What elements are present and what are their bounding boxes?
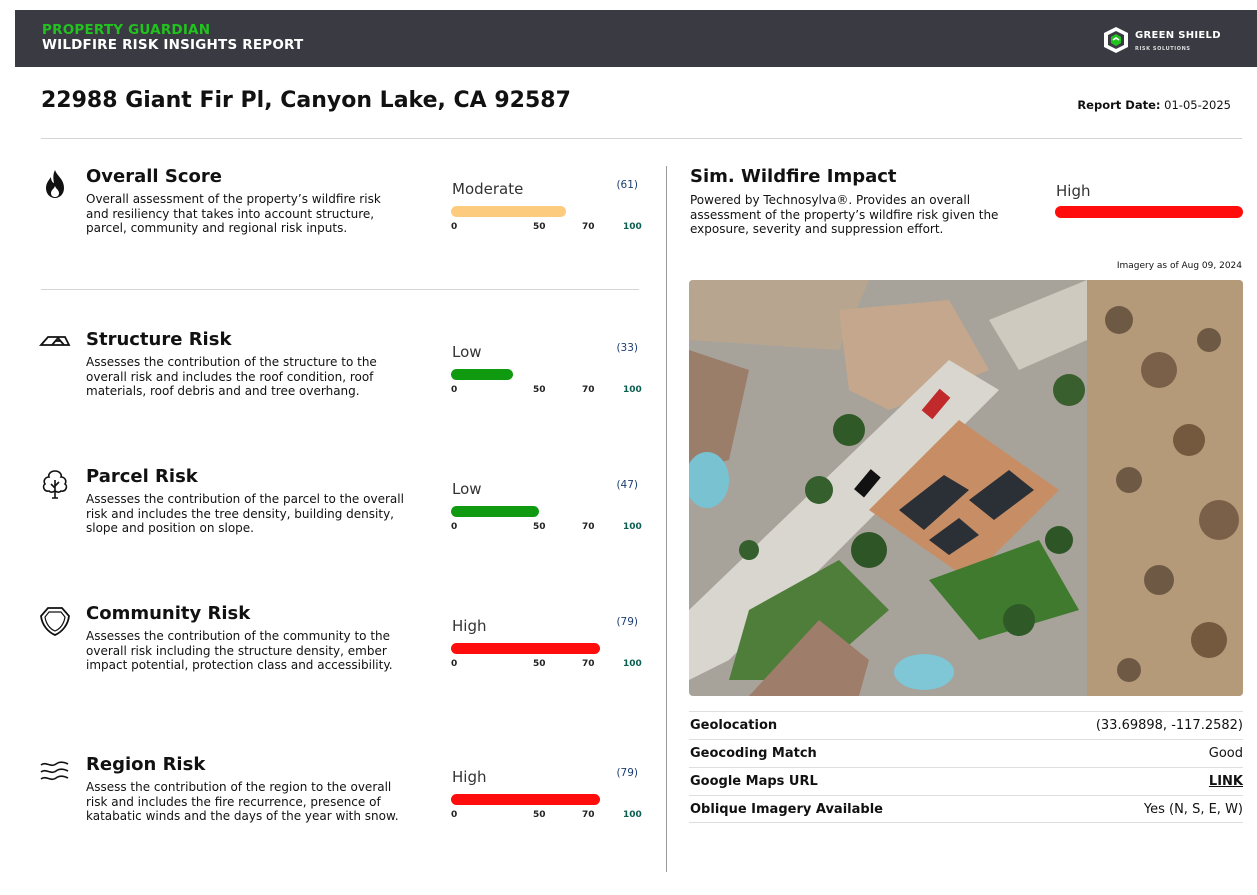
imagery-date: Imagery as of Aug 09, 2024 <box>1116 261 1242 271</box>
report-date: Report Date: 01-05-2025 <box>1077 98 1231 112</box>
risk-description: Assesses the contribution of the parcel … <box>86 492 404 535</box>
tick-label: 100 <box>623 222 642 232</box>
score-bar <box>451 506 639 517</box>
risk-score: (79) <box>616 767 638 779</box>
info-value: Good <box>1208 746 1243 761</box>
region-risk-section: Region Risk Assess the contribution of t… <box>0 754 660 864</box>
info-key: Geolocation <box>690 718 778 733</box>
shield-icon <box>40 607 70 636</box>
product-name: PROPERTY GUARDIAN <box>42 22 211 38</box>
info-key: Oblique Imagery Available <box>690 802 883 817</box>
sim-wildfire-title: Sim. Wildfire Impact <box>690 166 897 187</box>
house-roof-icon <box>39 336 71 346</box>
score-bar-fill <box>451 206 566 217</box>
tick-label: 0 <box>451 659 458 669</box>
sim-wildfire-level: High <box>1056 182 1091 200</box>
info-value: (33.69898, -117.2582) <box>1095 718 1243 733</box>
scale-ticks: 0 50 70 100 <box>451 810 642 822</box>
risk-description: Overall assessment of the property’s wil… <box>86 192 381 235</box>
tick-label: 70 <box>582 810 595 820</box>
risk-description: Assesses the contribution of the structu… <box>86 355 377 398</box>
risk-score: (61) <box>616 179 638 191</box>
score-bar <box>451 794 639 805</box>
info-key: Google Maps URL <box>690 774 818 789</box>
property-address: 22988 Giant Fir Pl, Canyon Lake, CA 9258… <box>41 88 571 113</box>
tick-label: 100 <box>623 385 642 395</box>
community-risk-section: Community Risk Assesses the contribution… <box>0 603 660 713</box>
tick-label: 50 <box>533 385 546 395</box>
risk-description: Assess the contribution of the region to… <box>86 780 399 823</box>
google-maps-link[interactable]: LINK <box>1209 774 1243 789</box>
tick-label: 70 <box>582 659 595 669</box>
tick-label: 0 <box>451 810 458 820</box>
aerial-property-image <box>689 280 1243 696</box>
report-date-label: Report Date: <box>1077 98 1161 112</box>
risk-title: Region Risk <box>86 754 206 775</box>
tick-label: 0 <box>451 385 458 395</box>
scale-ticks: 0 50 70 100 <box>451 385 642 397</box>
risk-level: Low <box>452 343 482 361</box>
sim-wildfire-description: Powered by Technosylva®. Provides an ove… <box>690 193 999 236</box>
company-logo: GREEN SHIELD RISK SOLUTIONS <box>1102 24 1237 56</box>
parcel-risk-section: Parcel Risk Assesses the contribution of… <box>0 466 660 576</box>
report-date-value: 01-05-2025 <box>1164 98 1231 112</box>
risk-level: Moderate <box>452 180 524 198</box>
risk-title: Parcel Risk <box>86 466 198 487</box>
logo-subtitle: RISK SOLUTIONS <box>1135 46 1191 52</box>
tick-label: 100 <box>623 522 642 532</box>
scale-ticks: 0 50 70 100 <box>451 522 642 534</box>
divider <box>41 289 639 290</box>
overall-score-section: Overall Score Overall assessment of the … <box>0 166 660 276</box>
shield-logo-icon <box>1104 27 1128 53</box>
score-bar-fill <box>451 794 600 805</box>
flame-icon <box>46 170 64 198</box>
risk-score: (47) <box>616 479 638 491</box>
tick-label: 100 <box>623 659 642 669</box>
risk-title: Overall Score <box>86 166 222 187</box>
info-row-geolocation: Geolocation (33.69898, -117.2582) <box>689 711 1243 739</box>
tick-label: 0 <box>451 222 458 232</box>
score-bar <box>451 643 639 654</box>
risk-level: Low <box>452 480 482 498</box>
score-bar-fill <box>451 369 514 380</box>
tree-icon <box>42 470 68 499</box>
scale-ticks: 0 50 70 100 <box>451 222 642 234</box>
risk-level: High <box>452 617 487 635</box>
info-value: Yes (N, S, E, W) <box>1143 802 1243 817</box>
column-divider <box>666 166 667 872</box>
report-title: WILDFIRE RISK INSIGHTS REPORT <box>42 37 304 53</box>
info-row-google-maps-url: Google Maps URL LINK <box>689 767 1243 795</box>
score-bar <box>451 206 639 217</box>
tick-label: 0 <box>451 522 458 532</box>
score-bar-fill <box>451 643 600 654</box>
wind-icon <box>40 761 69 781</box>
tick-label: 50 <box>533 222 546 232</box>
tick-label: 50 <box>533 659 546 669</box>
risk-score: (79) <box>616 616 638 628</box>
tick-label: 70 <box>582 385 595 395</box>
risk-score: (33) <box>616 342 638 354</box>
risk-level: High <box>452 768 487 786</box>
sim-wildfire-bar <box>1055 206 1243 218</box>
divider <box>41 138 1242 139</box>
scale-ticks: 0 50 70 100 <box>451 659 642 671</box>
info-key: Geocoding Match <box>690 746 817 761</box>
info-row-geocoding-match: Geocoding Match Good <box>689 739 1243 767</box>
tick-label: 50 <box>533 810 546 820</box>
tick-label: 100 <box>623 810 642 820</box>
tick-label: 50 <box>533 522 546 532</box>
risk-description: Assesses the contribution of the communi… <box>86 629 393 672</box>
logo-name: GREEN SHIELD <box>1135 30 1221 41</box>
risk-title: Structure Risk <box>86 329 232 350</box>
property-info-table: Geolocation (33.69898, -117.2582) Geocod… <box>689 711 1243 823</box>
score-bar <box>451 369 639 380</box>
risk-title: Community Risk <box>86 603 251 624</box>
score-bar-fill <box>451 506 540 517</box>
info-row-oblique-imagery: Oblique Imagery Available Yes (N, S, E, … <box>689 795 1243 823</box>
structure-risk-section: Structure Risk Assesses the contribution… <box>0 329 660 439</box>
tick-label: 70 <box>582 522 595 532</box>
tick-label: 70 <box>582 222 595 232</box>
report-header-bar: PROPERTY GUARDIAN WILDFIRE RISK INSIGHTS… <box>15 10 1257 67</box>
